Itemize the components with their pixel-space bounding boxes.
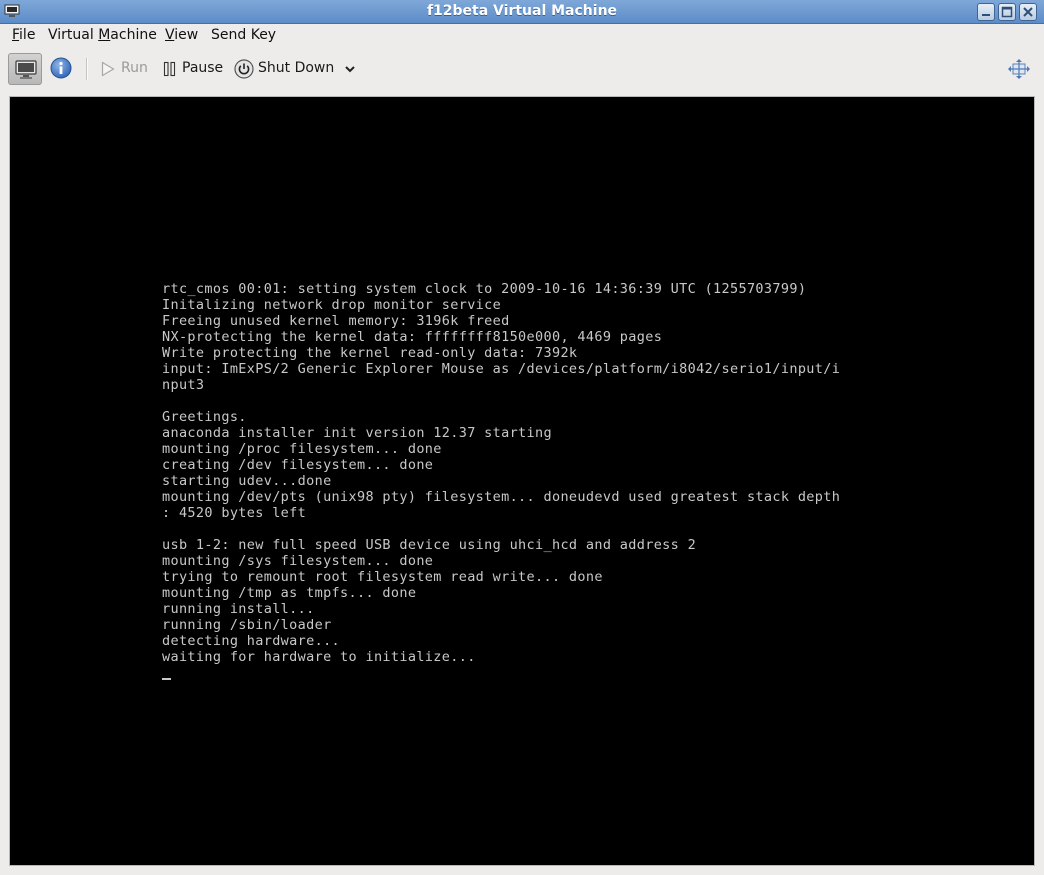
menu-file-mnemonic: F: [12, 27, 20, 43]
console-line: anaconda installer init version 12.37 st…: [162, 425, 552, 441]
menu-file-label-post: ile: [19, 27, 36, 43]
menu-bar: File Virtual Machine View Send Key: [0, 24, 1044, 48]
title-bar[interactable]: f12beta Virtual Machine: [0, 0, 1044, 24]
console-line: Initalizing network drop monitor service: [162, 297, 502, 313]
menu-virtual-machine[interactable]: Virtual Machine: [48, 27, 157, 43]
details-button[interactable]: [50, 57, 72, 79]
close-icon: [1023, 7, 1033, 17]
menu-vm-label-pre: Virtual: [48, 27, 99, 43]
pause-button[interactable]: Pause: [163, 58, 225, 80]
chevron-down-icon: [345, 66, 355, 73]
maximize-icon: [1001, 6, 1013, 18]
console-line: starting udev...done: [162, 473, 332, 489]
minimize-button[interactable]: [977, 3, 995, 21]
console-line: mounting /dev/pts (unix98 pty) filesyste…: [162, 489, 841, 505]
monitor-icon: [15, 60, 37, 79]
menu-view[interactable]: View: [165, 27, 198, 43]
menu-vm-label-post: achine: [110, 27, 157, 43]
run-label: Run: [121, 60, 148, 76]
window-title: f12beta Virtual Machine: [426, 3, 618, 19]
console-line: creating /dev filesystem... done: [162, 457, 434, 473]
menu-file[interactable]: File: [12, 27, 35, 43]
console-toggle-button[interactable]: [8, 53, 42, 85]
console-line: usb 1-2: new full speed USB device using…: [162, 537, 697, 553]
shutdown-button[interactable]: Shut Down: [234, 58, 334, 80]
pause-label: Pause: [182, 60, 224, 76]
console-line: mounting /sys filesystem... done: [162, 553, 434, 569]
console-line: mounting /proc filesystem... done: [162, 441, 442, 457]
console-line: mounting /tmp as tmpfs... done: [162, 585, 417, 601]
pause-icon: [163, 61, 176, 77]
power-icon: [234, 59, 254, 79]
maximize-button[interactable]: [998, 3, 1016, 21]
toolbar: Run Pause Shut Down: [0, 48, 1044, 90]
vm-console-display[interactable]: rtc_cmos 00:01: setting system clock to …: [10, 97, 1034, 865]
console-line: trying to remount root filesystem read w…: [162, 569, 603, 585]
console-line: detecting hardware...: [162, 633, 341, 649]
text-cursor: [162, 678, 171, 680]
console-line: rtc_cmos 00:01: setting system clock to …: [162, 281, 807, 297]
console-line: : 4520 bytes left: [162, 505, 307, 521]
play-icon: [101, 61, 115, 77]
console-line: running /sbin/loader: [162, 617, 332, 633]
fullscreen-button[interactable]: [1007, 58, 1031, 80]
menu-send-key[interactable]: Send Key: [211, 27, 276, 43]
console-line: Write protecting the kernel read-only da…: [162, 345, 578, 361]
console-line: waiting for hardware to initialize...: [162, 649, 476, 665]
shutdown-menu-button[interactable]: [342, 58, 358, 80]
console-line: input: ImExPS/2 Generic Explorer Mouse a…: [162, 361, 841, 377]
fullscreen-icon: [1008, 59, 1030, 79]
menu-send-key-label: Send Key: [211, 27, 277, 43]
run-button[interactable]: Run: [101, 58, 151, 80]
minimize-icon: [982, 14, 990, 16]
console-line: Freeing unused kernel memory: 3196k free…: [162, 313, 510, 329]
menu-vm-mnemonic: M: [98, 27, 111, 43]
close-button[interactable]: [1019, 3, 1037, 21]
menu-view-label-post: iew: [174, 27, 199, 43]
shutdown-label: Shut Down: [258, 60, 335, 76]
console-line: Greetings.: [162, 409, 247, 425]
console-output: rtc_cmos 00:01: setting system clock to …: [162, 281, 840, 665]
info-icon: [50, 57, 72, 79]
console-line: running install...: [162, 601, 315, 617]
menu-view-mnemonic: V: [165, 27, 175, 43]
console-line: nput3: [162, 377, 205, 393]
console-line: NX-protecting the kernel data: ffffffff8…: [162, 329, 663, 345]
toolbar-separator: [86, 58, 88, 80]
